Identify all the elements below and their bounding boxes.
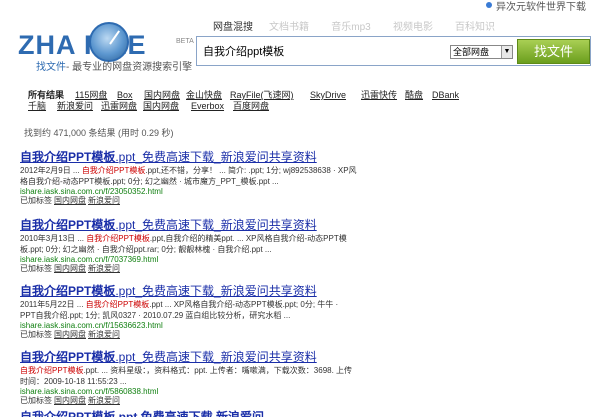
logo-beta: BETA (176, 38, 194, 45)
category-kupan[interactable]: 酷盘 (405, 90, 432, 101)
result-snippet: 2010年3月13日 ... 自我介绍PPT模板.ppt,自我介绍的精美ppt.… (20, 234, 347, 243)
result-snippet: 2011年5月22日 ... 自我介绍PPT模板.ppt ... XP风格自我介… (20, 300, 339, 309)
tag-link[interactable]: 新浪爱问 (88, 264, 120, 273)
category-skydrive[interactable]: SkyDrive (310, 90, 361, 101)
result-snippet-2: 格自我介绍-动态PPT模板.ppt; 0分; 幻之幽然 · 城市魔方_PPT_模… (20, 177, 279, 186)
category-xunlei-wangpan[interactable]: 迅雷网盘 (101, 101, 143, 112)
category-box[interactable]: Box (117, 90, 144, 101)
category-baidu[interactable]: 百度网盘 (233, 101, 277, 112)
result-tags: 已加标签 国内网盘 新浪爱问 (20, 330, 120, 339)
category-qiannao[interactable]: 千脑 (28, 101, 57, 112)
category-filter: 所有结果 115网盘 Box 国内网盘 金山快盘 RayFile(飞速网) Sk… (28, 90, 462, 112)
category-kuaipan[interactable]: 金山快盘 (186, 90, 230, 101)
scope-select[interactable]: 全部网盘 ▼ (450, 45, 513, 59)
scope-select-value: 全部网盘 (453, 47, 490, 57)
category-all[interactable]: 所有结果 (28, 90, 75, 101)
result-tags: 已加标签 国内网盘 新浪爱问 (20, 264, 120, 273)
tagline-link[interactable]: 找文件 (36, 62, 66, 73)
tag-link[interactable]: 国内网盘 (54, 396, 86, 405)
result-url: ishare.iask.sina.com.cn/f/5860838.html (20, 387, 159, 396)
category-row-1: 所有结果 115网盘 Box 国内网盘 金山快盘 RayFile(飞速网) Sk… (28, 90, 462, 101)
result-url: ishare.iask.sina.com.cn/f/7037369.html (20, 255, 159, 264)
category-everbox[interactable]: Everbox (191, 101, 233, 112)
chevron-down-icon: ▼ (501, 46, 512, 58)
result-title[interactable]: 自我介绍PPT模板.ppt_免费高速下载_新浪爱问共享资料 (20, 216, 370, 233)
tab-encyclopedia[interactable]: 百科知识 (444, 20, 506, 36)
result-snippet-2: 板.ppt; 0分; 幻之幽然 · 自我介绍ppt.rar; 0分; 靓靓林槐 … (20, 245, 272, 254)
result-snippet: 2012年2月9日 ... 自我介绍PPT模板.ppt,还不错，分享！ ... … (20, 166, 357, 175)
tab-music[interactable]: 音乐mp3 (320, 20, 382, 36)
result-tags: 已加标签 国内网盘 新浪爱问 (20, 196, 120, 205)
category-rayfile[interactable]: RayFile(飞速网) (230, 90, 310, 101)
tab-netdisk[interactable]: 网盘混搜 (208, 20, 258, 36)
tag-link[interactable]: 国内网盘 (54, 264, 86, 273)
result-count: 找到约 471,000 条结果 (用时 0.29 秒) (24, 128, 174, 138)
tag-link[interactable]: 国内网盘 (54, 196, 86, 205)
tab-video[interactable]: 视频电影 (382, 20, 444, 36)
result-url: ishare.iask.sina.com.cn/f/23050352.html (20, 187, 163, 196)
result-url: ishare.iask.sina.com.cn/f/15636623.html (20, 321, 163, 330)
top-right-link[interactable]: 异次元软件世界下载 (486, 0, 600, 13)
category-domestic[interactable]: 国内网盘 (144, 90, 186, 101)
logo-tagline: 找文件- 最专业的网盘资源搜索引擎 (36, 58, 192, 73)
radar-icon (89, 22, 129, 62)
tag-link[interactable]: 国内网盘 (54, 330, 86, 339)
tag-link[interactable]: 新浪爱问 (88, 396, 120, 405)
search-button[interactable]: 找文件 (517, 39, 590, 64)
result-snippet-2: PPT自我介绍.ppt; 1分; 凯风0327 · 2010.07.29 蓝白组… (20, 311, 291, 320)
category-xunlei-kuaichuan[interactable]: 迅雷快传 (361, 90, 405, 101)
list-item: 自我介绍PPT模板.ppt_免费高速下载_新浪爱问共享资料 2012年2月9日 … (20, 148, 370, 206)
tab-documents[interactable]: 文档书籍 (258, 20, 320, 36)
result-title[interactable]: 自我介绍PPT模板.ppt_免费高速下载_新浪爱问共享资料 (20, 348, 370, 365)
category-row-2: 千脑 新浪爱问 迅雷网盘 国内网盘 Everbox 百度网盘 (28, 101, 462, 112)
search-tabs: 网盘混搜 文档书籍 音乐mp3 视频电影 百科知识 (208, 20, 506, 36)
result-snippet: 自我介绍PPT模板.ppt. ... 资料星级：，资料格式：ppt. 上传者：嘴… (20, 366, 353, 375)
search-box: 全部网盘 ▼ 找文件 (196, 36, 591, 66)
category-115[interactable]: 115网盘 (75, 90, 117, 101)
result-snippet-2: 时间：2009-10-18 11:55:23 ... (20, 377, 127, 386)
category-domestic-2[interactable]: 国内网盘 (143, 101, 191, 112)
list-item: 自我介绍PPT模板.ppt_免费高速下载_新浪爱问共享资料 自我介绍PPT模板.… (20, 348, 370, 406)
result-title[interactable]: 自我介绍PPT模板.ppt_免费高速下载_新浪爱问共享资料 (20, 282, 370, 299)
result-tags: 已加标签 国内网盘 新浪爱问 (20, 396, 120, 405)
tag-link[interactable]: 新浪爱问 (88, 330, 120, 339)
list-item: 自我介绍PPT模板.ppt_免费高速下载_新浪爱问共享资料 2010年3月13日… (20, 216, 370, 274)
search-input[interactable] (203, 42, 443, 60)
category-sina[interactable]: 新浪爱问 (57, 101, 101, 112)
top-right-text[interactable]: 异次元软件世界下载 (496, 0, 586, 13)
link-icon (486, 2, 492, 8)
list-item: 自我介绍PPT模板.ppt_免费高速下载_新浪爱问共享资料 2011年5月22日… (20, 282, 370, 340)
tag-link[interactable]: 新浪爱问 (88, 196, 120, 205)
result-title-cut[interactable]: 自我介绍PPT模板 ppt 免费高速下载 新浪爱问 (20, 408, 264, 417)
category-dbank[interactable]: DBank (432, 90, 462, 101)
result-title[interactable]: 自我介绍PPT模板.ppt_免费高速下载_新浪爱问共享资料 (20, 148, 370, 165)
tagline-text: - 最专业的网盘资源搜索引擎 (66, 62, 193, 73)
